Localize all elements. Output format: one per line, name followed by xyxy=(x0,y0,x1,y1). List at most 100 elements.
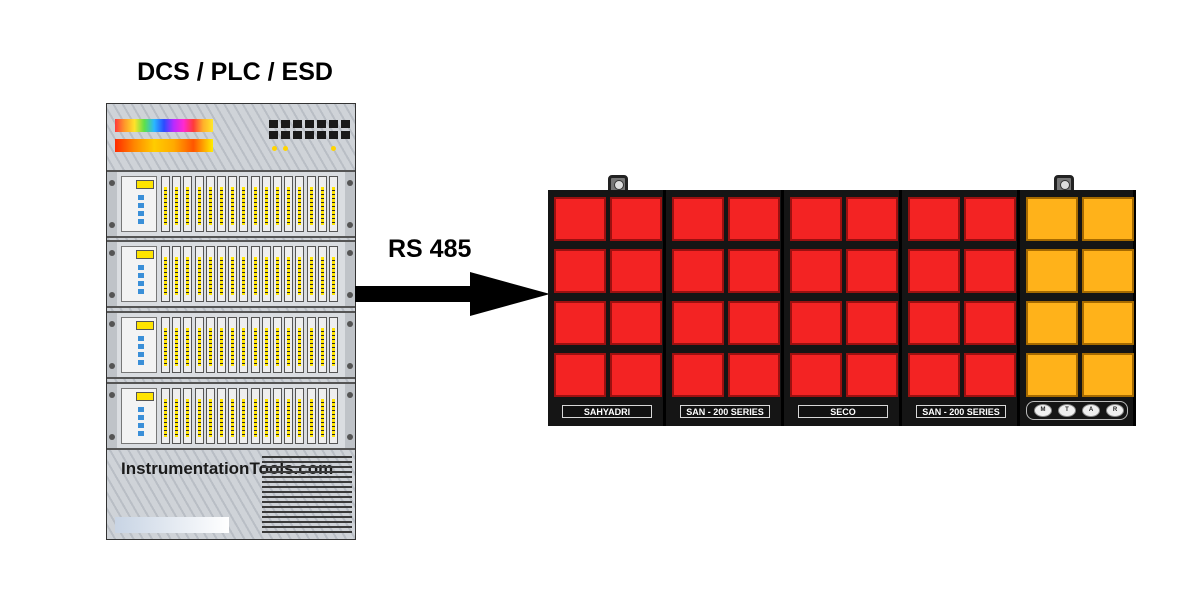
io-card xyxy=(284,388,294,444)
cpu-led xyxy=(138,431,144,436)
io-card xyxy=(329,246,338,302)
alarm-window xyxy=(908,301,960,345)
io-card xyxy=(329,317,338,373)
io-card xyxy=(239,317,249,373)
alarm-window xyxy=(672,301,724,345)
io-card xyxy=(295,176,305,232)
io-card xyxy=(284,176,294,232)
io-rack xyxy=(107,311,355,379)
control-button-a: A xyxy=(1082,404,1100,417)
control-cabinet: InstrumentationTools.com xyxy=(106,103,356,540)
cpu-led xyxy=(138,195,144,200)
io-rack xyxy=(107,170,355,238)
indicator-square xyxy=(281,131,290,139)
alarm-window xyxy=(554,197,606,241)
io-card xyxy=(273,246,282,302)
alarm-window xyxy=(610,301,662,345)
indicator-square xyxy=(293,120,302,128)
rack-ear xyxy=(107,242,117,306)
io-card xyxy=(183,176,193,232)
indicator-square xyxy=(341,120,350,128)
io-card xyxy=(172,388,182,444)
alarm-window xyxy=(554,249,606,293)
alarm-window xyxy=(964,197,1016,241)
io-card xyxy=(205,388,215,444)
cpu-led xyxy=(138,360,144,365)
cpu-led xyxy=(138,423,144,428)
alarm-window xyxy=(846,353,898,397)
warm-display-bar xyxy=(115,139,213,152)
module-nameplate: SAHYADRI xyxy=(562,405,652,418)
cpu-module xyxy=(121,246,157,302)
io-rack xyxy=(107,240,355,308)
alarm-window xyxy=(964,353,1016,397)
io-card xyxy=(183,388,193,444)
indicator-square xyxy=(317,120,326,128)
alarm-window xyxy=(1026,197,1078,241)
alarm-window xyxy=(1026,301,1078,345)
indicator-square xyxy=(329,131,338,139)
control-button-t: T xyxy=(1058,404,1076,417)
cpu-led xyxy=(138,211,144,216)
cabinet-base-strip xyxy=(115,517,229,533)
alarm-window xyxy=(846,301,898,345)
io-card xyxy=(329,388,338,444)
cpu-led xyxy=(138,265,144,270)
io-rack xyxy=(107,382,355,450)
io-card xyxy=(273,176,282,232)
io-card xyxy=(261,176,271,232)
io-card xyxy=(261,246,271,302)
io-card xyxy=(250,246,260,302)
io-card xyxy=(239,388,249,444)
alarm-window xyxy=(728,249,780,293)
alarm-window xyxy=(790,353,842,397)
io-card xyxy=(284,317,294,373)
io-card xyxy=(306,317,316,373)
cabinet-vent xyxy=(262,456,352,536)
cpu-led xyxy=(138,407,144,412)
io-card xyxy=(273,317,282,373)
io-card xyxy=(306,388,316,444)
alarm-window xyxy=(672,197,724,241)
alarm-window xyxy=(1082,301,1134,345)
io-card xyxy=(194,246,204,302)
alarm-window xyxy=(964,249,1016,293)
indicator-square xyxy=(269,131,278,139)
io-card xyxy=(183,246,193,302)
alarm-window xyxy=(728,197,780,241)
indicator-square xyxy=(281,120,290,128)
cpu-display xyxy=(136,250,154,259)
status-led xyxy=(272,146,277,151)
io-card xyxy=(284,246,294,302)
alarm-window xyxy=(790,249,842,293)
rack-ear xyxy=(345,384,355,448)
control-button-r: R xyxy=(1106,404,1124,417)
alarm-window xyxy=(964,301,1016,345)
io-card xyxy=(205,246,215,302)
io-card xyxy=(261,317,271,373)
alarm-window xyxy=(908,353,960,397)
cabinet-title: DCS / PLC / ESD xyxy=(137,58,333,86)
io-card xyxy=(194,176,204,232)
alarm-window xyxy=(728,301,780,345)
cpu-display xyxy=(136,180,154,189)
io-card xyxy=(317,388,327,444)
control-button-m: M xyxy=(1034,404,1052,417)
io-card xyxy=(329,176,338,232)
io-card xyxy=(228,176,238,232)
io-card xyxy=(172,246,182,302)
status-led xyxy=(331,146,336,151)
io-card xyxy=(172,176,182,232)
io-card xyxy=(161,388,170,444)
annunciator-module: SAN - 200 SERIES xyxy=(902,190,1020,426)
io-card xyxy=(228,246,238,302)
indicator-square xyxy=(293,131,302,139)
io-card xyxy=(217,176,226,232)
indicator-square xyxy=(305,131,314,139)
alarm-window xyxy=(908,197,960,241)
alarm-window xyxy=(790,301,842,345)
io-card xyxy=(183,317,193,373)
io-card xyxy=(250,388,260,444)
status-led xyxy=(283,146,288,151)
cpu-led xyxy=(138,344,144,349)
